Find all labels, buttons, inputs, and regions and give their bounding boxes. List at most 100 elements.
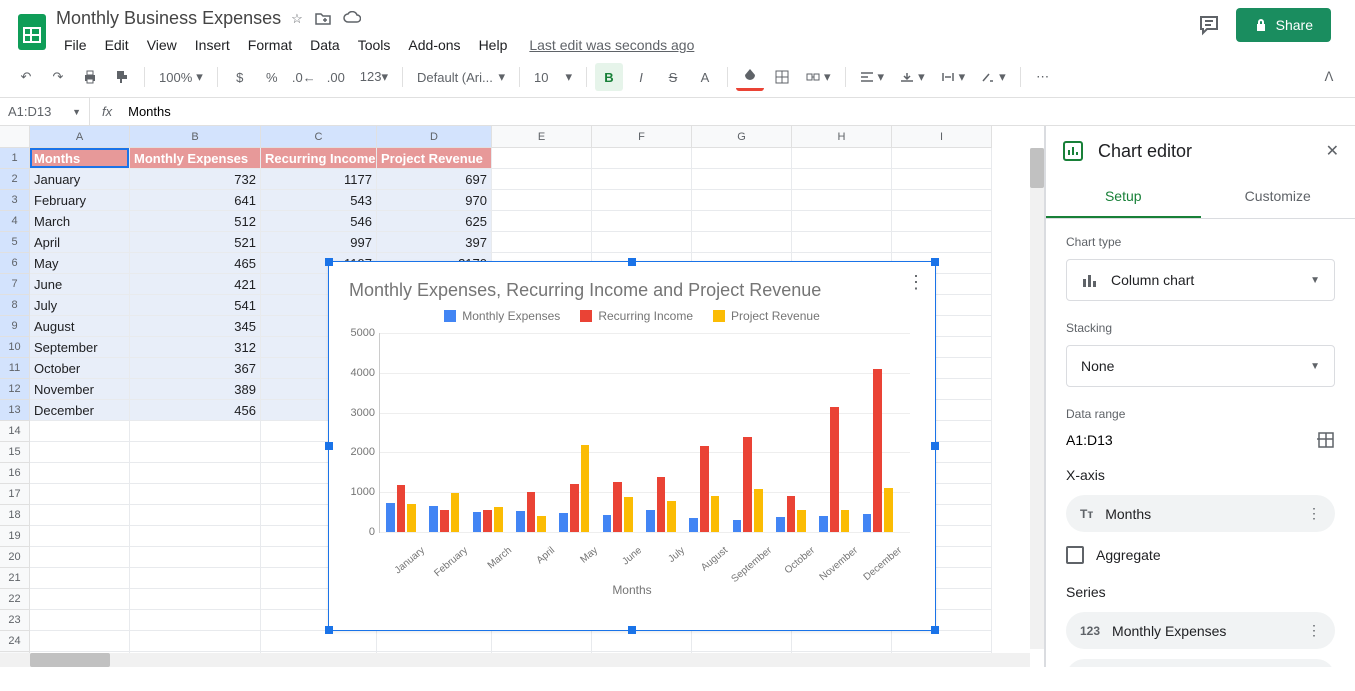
cell[interactable] [892,190,992,211]
cell[interactable] [30,631,130,652]
cell[interactable]: 456 [130,400,261,421]
column-header[interactable]: E [492,126,592,148]
cell[interactable]: Recurring Income [261,148,377,169]
cell[interactable]: September [30,337,130,358]
cell[interactable]: 367 [130,358,261,379]
cell[interactable] [692,211,792,232]
cell[interactable] [492,631,592,652]
column-header[interactable]: I [892,126,992,148]
formula-input[interactable] [124,104,1355,119]
redo-button[interactable]: ↷ [44,63,72,91]
cell[interactable] [30,610,130,631]
cell[interactable] [30,547,130,568]
cell[interactable] [130,526,261,547]
cell[interactable]: August [30,316,130,337]
select-all-cell[interactable] [0,126,30,148]
cell[interactable]: 345 [130,316,261,337]
format-currency-button[interactable]: $ [226,63,254,91]
select-range-icon[interactable] [1317,431,1335,449]
row-header[interactable]: 3 [0,190,30,211]
cell[interactable] [792,190,892,211]
cell[interactable] [130,505,261,526]
column-header[interactable]: F [592,126,692,148]
strikethrough-button[interactable]: S [659,63,687,91]
menu-format[interactable]: Format [240,33,300,57]
cell[interactable]: 697 [377,169,492,190]
row-header[interactable]: 11 [0,358,30,379]
text-rotation-dropdown[interactable]: ▾ [975,65,1012,89]
cell[interactable] [592,631,692,652]
series-field[interactable]: 123Monthly Expenses⋮ [1066,612,1335,649]
column-header[interactable]: G [692,126,792,148]
cell[interactable]: 521 [130,232,261,253]
cell[interactable] [130,421,261,442]
cell[interactable] [892,148,992,169]
row-header[interactable]: 1 [0,148,30,169]
row-header[interactable]: 20 [0,547,30,568]
cell[interactable] [792,232,892,253]
cell[interactable]: July [30,295,130,316]
cloud-status-icon[interactable] [343,11,361,27]
font-size-dropdown[interactable]: 10 ▾ [528,65,578,89]
increase-decimal-button[interactable]: .00 [322,63,350,91]
row-header[interactable]: 5 [0,232,30,253]
sheets-logo[interactable] [12,12,52,52]
row-header[interactable]: 14 [0,421,30,442]
row-header[interactable]: 24 [0,631,30,652]
more-formats-dropdown[interactable]: 123▾ [354,65,394,89]
name-box[interactable]: A1:D13▼ [0,98,90,125]
resize-handle[interactable] [931,626,939,634]
x-axis-field[interactable]: Tᴛ Months ⋮ [1066,495,1335,532]
menu-edit[interactable]: Edit [97,33,137,57]
cell[interactable]: Months [30,148,130,169]
cell[interactable] [130,568,261,589]
cell[interactable] [30,484,130,505]
row-header[interactable]: 2 [0,169,30,190]
cell[interactable]: March [30,211,130,232]
cell[interactable]: 397 [377,232,492,253]
text-wrap-dropdown[interactable]: ▾ [935,65,972,89]
row-header[interactable]: 7 [0,274,30,295]
cell[interactable] [592,169,692,190]
cell[interactable] [692,169,792,190]
resize-handle[interactable] [325,258,333,266]
embedded-chart[interactable]: ⋮ Monthly Expenses, Recurring Income and… [328,261,936,631]
column-header[interactable]: C [261,126,377,148]
resize-handle[interactable] [931,442,939,450]
cell[interactable] [30,589,130,610]
bold-button[interactable]: B [595,63,623,91]
cell[interactable] [130,484,261,505]
menu-view[interactable]: View [139,33,185,57]
cell[interactable] [261,631,377,652]
merge-cells-dropdown[interactable]: ▾ [800,65,837,89]
undo-button[interactable]: ↶ [12,63,40,91]
vertical-scrollbar[interactable] [1030,148,1044,649]
cell[interactable] [692,190,792,211]
cell[interactable] [30,421,130,442]
print-button[interactable] [76,63,104,91]
row-header[interactable]: 22 [0,589,30,610]
cell[interactable] [130,547,261,568]
menu-addons[interactable]: Add-ons [400,33,468,57]
row-header[interactable]: 15 [0,442,30,463]
more-toolbar-button[interactable]: ⋯ [1029,63,1057,91]
column-header[interactable]: H [792,126,892,148]
cell[interactable] [130,463,261,484]
row-header[interactable]: 6 [0,253,30,274]
star-icon[interactable]: ☆ [291,11,303,27]
move-icon[interactable] [315,11,331,27]
cell[interactable]: 625 [377,211,492,232]
series-field[interactable]: 123Recurring Income⋮ [1066,659,1335,667]
comments-icon[interactable] [1198,14,1220,36]
cell[interactable] [30,463,130,484]
cell[interactable] [492,169,592,190]
field-menu-button[interactable]: ⋮ [1307,622,1321,639]
aggregate-checkbox[interactable] [1066,546,1084,564]
font-family-dropdown[interactable]: Default (Ari... ▾ [411,65,511,89]
chart-menu-button[interactable]: ⋮ [907,272,925,293]
cell[interactable] [692,148,792,169]
row-header[interactable]: 21 [0,568,30,589]
menu-tools[interactable]: Tools [350,33,399,57]
cell[interactable]: 641 [130,190,261,211]
cell[interactable]: 970 [377,190,492,211]
